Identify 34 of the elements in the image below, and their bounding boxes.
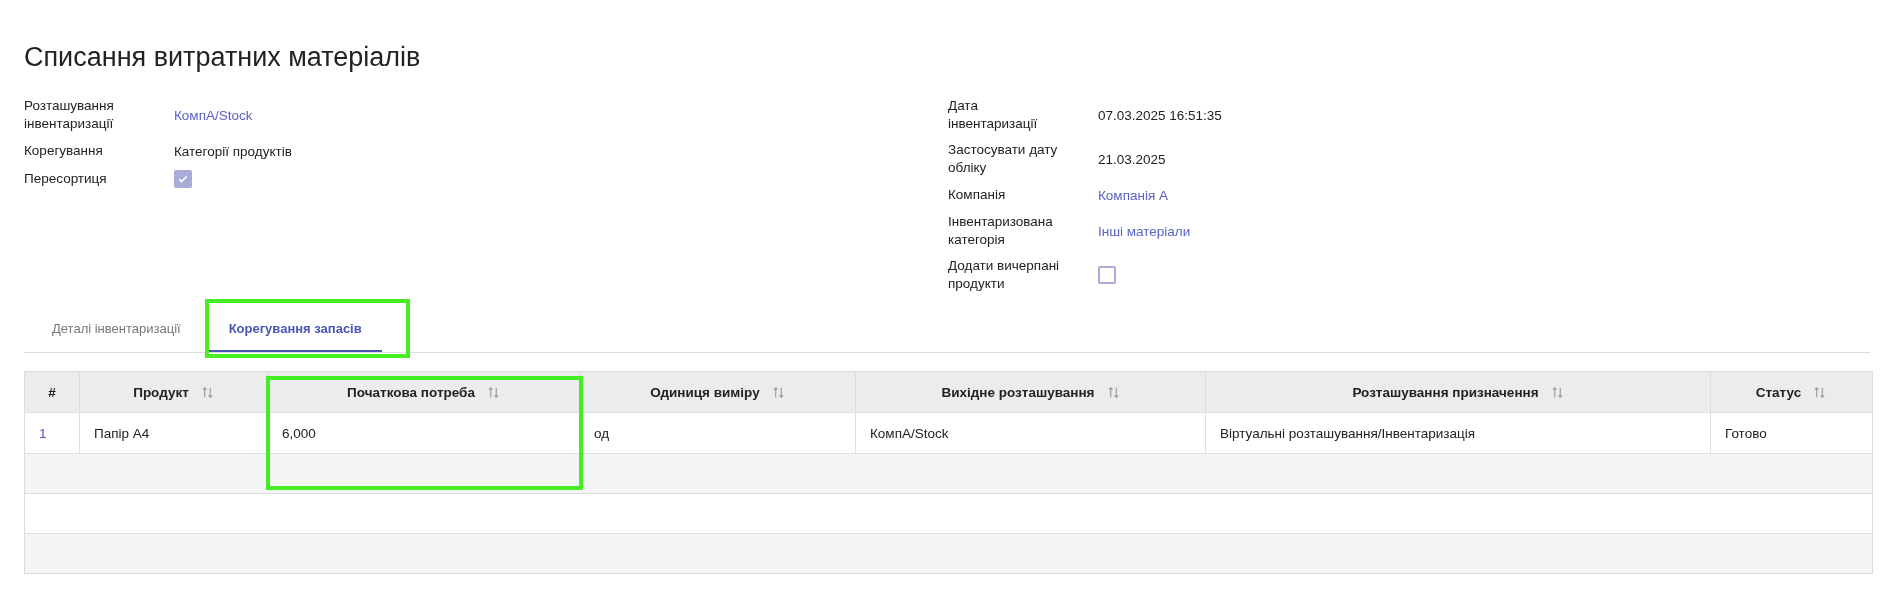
column-header[interactable]: Статус [1755,384,1802,400]
sort-icon[interactable] [486,385,500,399]
field-label: Застосувати дату обліку [948,141,1059,177]
field-link[interactable]: Інші матеріали [1098,223,1191,239]
column-header[interactable]: Продукт [133,384,189,400]
field-label: Розташування інвентаризації [24,97,115,133]
field-link[interactable]: Компанія А [1098,187,1168,203]
column-header[interactable]: Розташування призначення [1352,384,1539,400]
field-link[interactable]: КомпА/Stock [174,107,253,123]
page-title: Списання витратних матеріалів [24,42,422,73]
field-label: Інвентаризована категорія [948,213,1054,249]
check-icon [177,173,189,185]
field-label: Компанія [948,186,1007,204]
sort-icon[interactable] [1106,385,1120,399]
tab[interactable]: Корегування запасів [208,309,382,352]
checkbox[interactable] [1098,266,1116,284]
field-label: Корегування [24,142,104,160]
sort-icon[interactable] [771,385,785,399]
field-label: Дата інвентаризації [948,97,1039,133]
field-value: Категорії продуктів [174,143,293,159]
field-value: 21.03.2025 [1098,151,1167,167]
field-label: Пересортиця [24,170,108,188]
table-cell-text: Готово [1724,424,1768,443]
sort-icon[interactable] [200,385,214,399]
column-header[interactable]: Вихідне розташування [941,384,1095,400]
field-value: 07.03.2025 16:51:35 [1098,107,1222,123]
sort-icon[interactable] [1550,385,1564,399]
column-header[interactable]: Початкова потреба [347,384,475,400]
tab[interactable]: Деталі інвентаризації [32,309,201,352]
column-header[interactable]: # [48,384,56,400]
field-label: Додати вичерпані продукти [948,257,1061,293]
checkbox[interactable] [174,170,192,188]
column-header[interactable]: Одиниця виміру [650,384,760,400]
sort-icon[interactable] [1813,385,1827,399]
